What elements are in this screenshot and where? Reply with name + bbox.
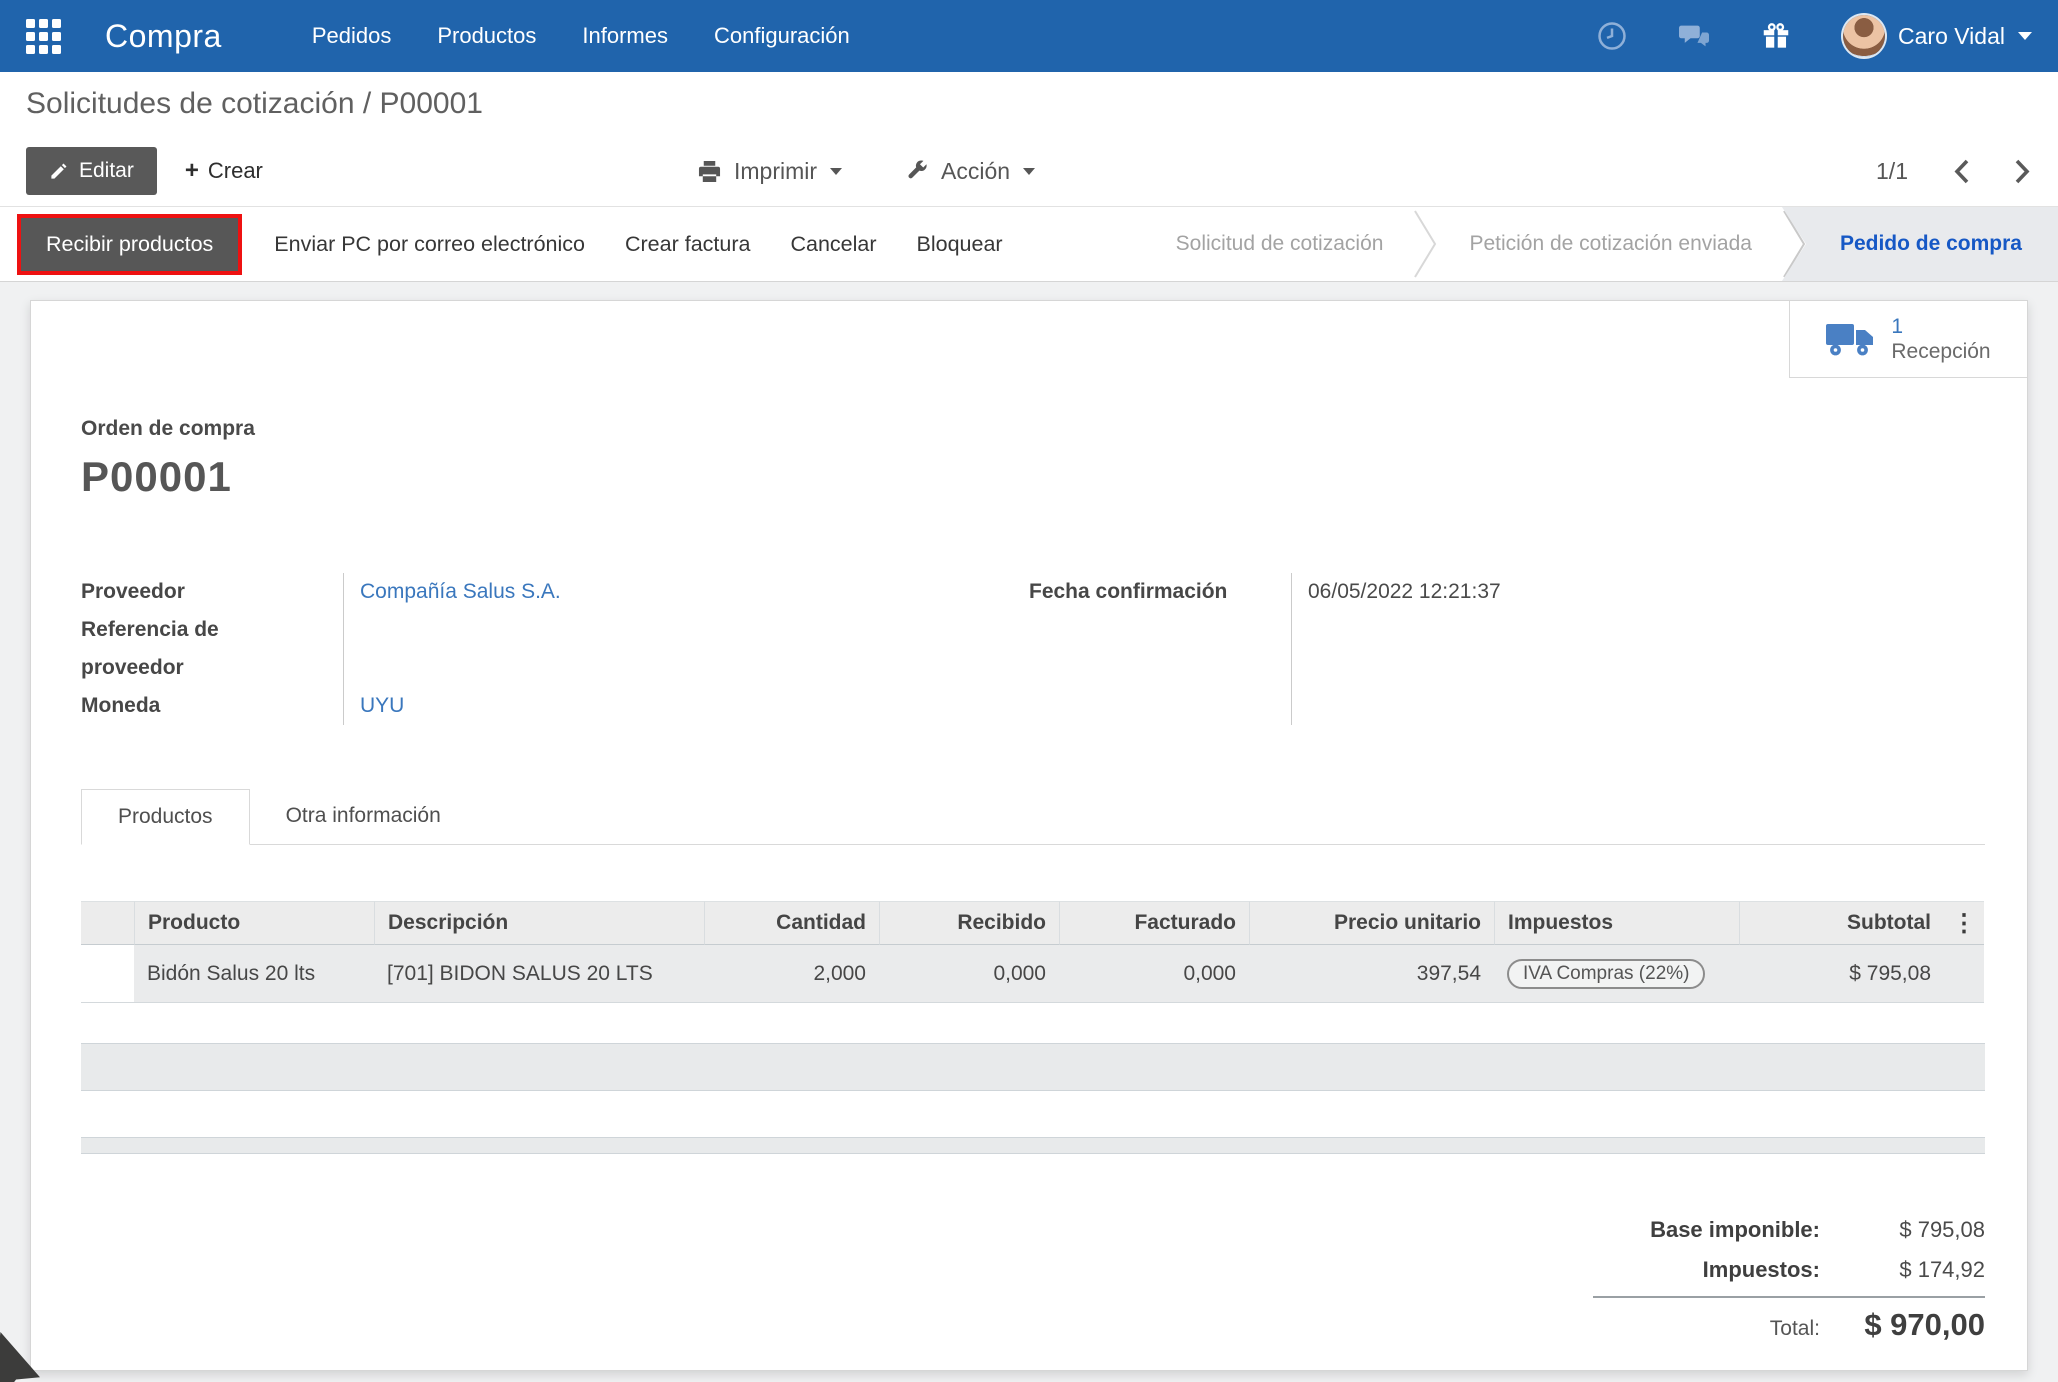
receive-products-button[interactable]: Recibir productos [21,218,238,271]
cell-facturado: 0,000 [1059,945,1249,1003]
moneda-label: Moneda [81,687,343,725]
cancel-button[interactable]: Cancelar [770,232,896,257]
tab-otra-informacion[interactable]: Otra información [250,789,477,844]
activities-clock-icon[interactable] [1597,21,1627,51]
fecha-confirmacion-value: 06/05/2022 12:21:37 [1308,573,1985,611]
cell-cantidad: 2,000 [704,945,879,1003]
total-label: Total: [1770,1317,1820,1341]
user-avatar [1843,15,1885,57]
step-solicitud[interactable]: Solicitud de cotización [1146,207,1414,281]
tax-badge: IVA Compras (22%) [1507,959,1705,989]
referencia-value [360,611,1029,649]
pager-previous-button[interactable] [1954,158,1970,185]
order-lines-table: Producto Descripción Cantidad Recibido F… [81,901,1985,1003]
col-descripcion: Descripción [374,901,704,945]
moneda-value-link[interactable]: UYU [360,687,1029,725]
create-button[interactable]: + Crear [185,158,263,184]
receipt-smart-button[interactable]: 1 Recepción [1789,301,2027,378]
menu-productos[interactable]: Productos [437,23,536,49]
form-view: 1 Recepción Orden de compra P00001 Prove… [0,282,2058,1382]
impuestos-label: Impuestos: [1703,1257,1820,1283]
optional-columns-icon[interactable]: ⋮ [1944,901,1984,945]
printer-icon [698,160,721,183]
chevron-down-icon [1023,168,1035,175]
total-value: $ 970,00 [1820,1307,1985,1343]
cell-subtotal: $ 795,08 [1739,945,1944,1003]
col-subtotal: Subtotal [1739,901,1944,945]
step-arrow-icon [1413,207,1439,281]
lock-button[interactable]: Bloquear [897,232,1023,257]
cell-precio-unitario: 397,54 [1249,945,1494,1003]
notebook-tabs: Productos Otra información [81,789,1985,845]
wrench-icon [906,160,928,182]
statusbar: Recibir productos Enviar PC por correo e… [0,206,2058,282]
col-producto: Producto [134,901,374,945]
menu-configuracion[interactable]: Configuración [714,23,850,49]
breadcrumb-row: Solicitudes de cotización / P00001 [0,72,2058,136]
chevron-down-icon [830,168,842,175]
order-reference: P00001 [81,453,1985,501]
step-pedido-de-compra[interactable]: Pedido de compra [1782,207,2058,281]
control-panel: Editar + Crear Imprimir Acción 1/1 [0,136,2058,206]
pencil-icon [49,162,68,181]
totals-divider [1593,1296,1985,1298]
base-imponible-value: $ 795,08 [1820,1217,1985,1243]
breadcrumb[interactable]: Solicitudes de cotización / P00001 [26,87,483,121]
menu-pedidos[interactable]: Pedidos [312,23,392,49]
field-groups: Proveedor Referencia de proveedor Moneda… [81,573,1985,725]
cell-impuestos: IVA Compras (22%) [1494,945,1739,1003]
receipt-label: Recepción [1891,339,1990,364]
col-handle [81,901,134,945]
gift-icon[interactable] [1761,21,1791,51]
top-navbar: Compra Pedidos Productos Informes Config… [0,0,2058,72]
row-handle-cell [81,945,134,1003]
col-cantidad: Cantidad [704,901,879,945]
totals-block: Base imponible: $ 795,08 Impuestos: $ 17… [1593,1210,1985,1350]
impuestos-value: $ 174,92 [1820,1257,1985,1283]
print-dropdown[interactable]: Imprimir [698,158,842,185]
step-peticion-enviada[interactable]: Petición de cotización enviada [1439,207,1782,281]
plus-icon: + [185,159,199,183]
status-steps: Solicitud de cotización Petición de coti… [1146,207,2058,281]
cell-descripcion: [701] BIDON SALUS 20 LTS [374,945,704,1003]
row-end-cell [1944,945,1984,1003]
send-po-email-button[interactable]: Enviar PC por correo electrónico [254,232,605,257]
referencia-label: Referencia de proveedor [81,611,313,687]
col-recibido: Recibido [879,901,1059,945]
placeholder-row [81,1043,1985,1091]
apps-menu-icon[interactable] [26,19,61,54]
menu-informes[interactable]: Informes [582,23,668,49]
proveedor-label: Proveedor [81,573,343,611]
col-precio-unitario: Precio unitario [1249,901,1494,945]
create-bill-button[interactable]: Crear factura [605,232,770,257]
pager-next-button[interactable] [2014,158,2030,185]
pager-count: 1/1 [1876,158,1908,185]
proveedor-value-link[interactable]: Compañía Salus S.A. [360,573,1029,611]
placeholder-row [81,1137,1985,1154]
action-dropdown[interactable]: Acción [906,158,1035,185]
app-brand[interactable]: Compra [105,18,222,55]
cell-recibido: 0,000 [879,945,1059,1003]
user-name: Caro Vidal [1898,23,2005,50]
edit-button[interactable]: Editar [26,147,157,195]
main-menu: Pedidos Productos Informes Configuración [312,23,850,49]
fecha-confirmacion-label: Fecha confirmación [1029,573,1261,611]
user-menu[interactable]: Caro Vidal [1843,15,2032,57]
chevron-down-icon [2018,32,2032,40]
tab-productos[interactable]: Productos [81,789,250,845]
col-facturado: Facturado [1059,901,1249,945]
form-sheet: 1 Recepción Orden de compra P00001 Prove… [30,300,2028,1371]
messages-chat-icon[interactable] [1679,21,1709,51]
cell-producto[interactable]: Bidón Salus 20 lts [134,945,374,1003]
truck-icon [1826,321,1874,357]
col-impuestos: Impuestos [1494,901,1739,945]
order-type-label: Orden de compra [81,417,1985,441]
base-imponible-label: Base imponible: [1650,1217,1820,1243]
receipt-count: 1 [1891,314,1990,339]
